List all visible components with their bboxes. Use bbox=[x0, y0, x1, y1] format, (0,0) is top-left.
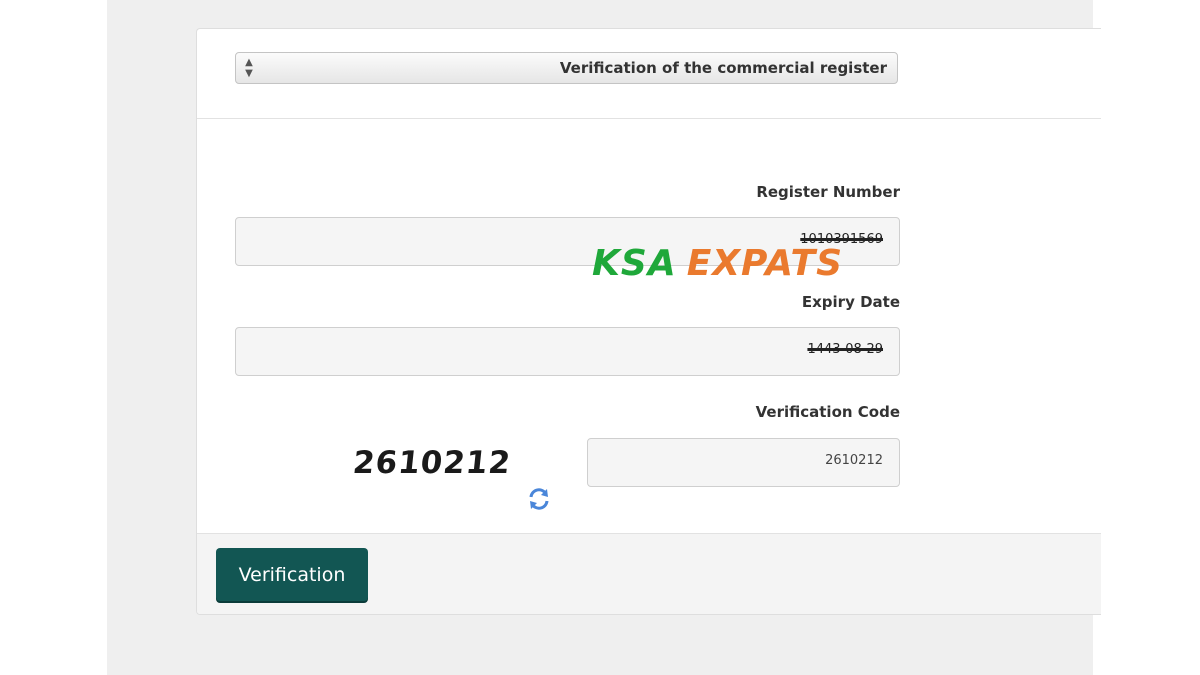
verification-form-card: ▲ ▼ Verification of the commercial regist… bbox=[196, 28, 1101, 615]
verification-button[interactable]: Verification bbox=[216, 548, 368, 601]
form-header: ▲ ▼ Verification of the commercial regist… bbox=[197, 29, 1101, 119]
verification-code-value: 2610212 bbox=[825, 453, 883, 468]
watermark-part2: EXPATS bbox=[686, 243, 844, 284]
expiry-date-input[interactable]: 1443-08-29 bbox=[235, 327, 900, 376]
refresh-icon[interactable] bbox=[527, 487, 551, 511]
captcha-image: 2610212 bbox=[351, 445, 513, 481]
service-type-select-value: Verification of the commercial register bbox=[559, 59, 887, 77]
service-type-select[interactable]: ▲ ▼ Verification of the commercial regist… bbox=[235, 52, 898, 84]
ksa-expats-watermark: KSA EXPATS bbox=[592, 243, 843, 284]
form-footer: Verification bbox=[197, 533, 1101, 614]
verification-code-label: Verification Code bbox=[755, 403, 900, 421]
verification-code-input[interactable]: 2610212 bbox=[587, 438, 900, 487]
watermark-part1: KSA bbox=[592, 243, 677, 284]
up-down-arrows-icon: ▲ ▼ bbox=[245, 57, 253, 79]
expiry-date-label: Expiry Date bbox=[801, 293, 900, 311]
expiry-date-value: 1443-08-29 bbox=[807, 342, 883, 357]
register-number-label: Register Number bbox=[756, 183, 900, 201]
